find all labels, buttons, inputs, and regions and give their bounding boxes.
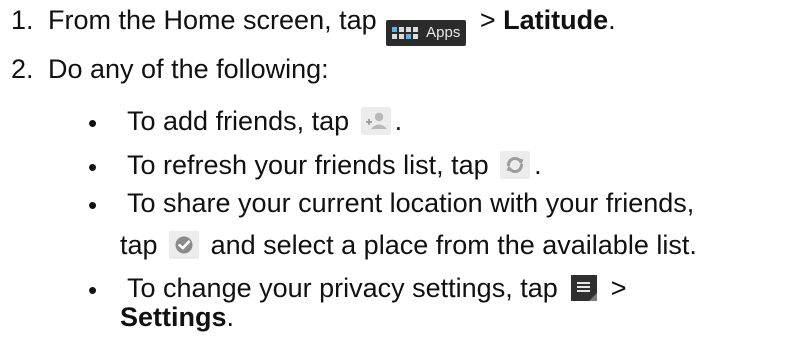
period: .: [394, 106, 403, 136]
separator: >: [610, 273, 627, 303]
bullet-text: To share your current location with your…: [127, 188, 695, 218]
apps-label: Apps: [426, 24, 461, 41]
bullet-refresh: To refresh your friends list, tap .: [127, 148, 542, 182]
apps-button-icon: Apps: [386, 20, 467, 46]
target-settings: Settings: [120, 302, 227, 332]
step-number: 1.: [11, 5, 34, 35]
bullet-text: To refresh your friends list, tap: [127, 150, 489, 180]
step-1: 1. From the Home screen, tap Apps > Latit…: [11, 3, 616, 46]
bullet-text: To add friends, tap: [127, 106, 350, 136]
bullet-text: tap: [120, 230, 158, 260]
bullet-dot: •: [88, 275, 98, 305]
bullet-text: To change your privacy settings, tap: [127, 273, 558, 303]
bullet-privacy-settings-line-2: Settings.: [120, 300, 234, 334]
bullet-dot: •: [88, 108, 98, 138]
step-2: 2. Do any of the following:: [11, 52, 329, 86]
check-in-icon: [169, 231, 200, 259]
bullet-add-friends: To add friends, tap .: [127, 104, 402, 138]
bullet-dot: •: [88, 190, 98, 220]
period: .: [608, 5, 616, 35]
step-text: Do any of the following:: [48, 54, 329, 84]
separator: >: [479, 5, 496, 35]
menu-icon: [571, 275, 598, 301]
bullet-dot: •: [88, 152, 98, 182]
apps-grid-icon: [392, 27, 419, 39]
bullet-share-location-line-1: To share your current location with your…: [127, 186, 694, 220]
instruction-page: 1. From the Home screen, tap Apps > Latit…: [0, 0, 800, 340]
bullet-share-location-line-2: tap and select a place from the availabl…: [120, 228, 697, 262]
step-text: From the Home screen, tap: [48, 5, 377, 35]
add-friend-icon: [360, 107, 391, 135]
refresh-icon: [500, 151, 531, 179]
bullet-text: and select a place from the available li…: [210, 230, 697, 260]
period: .: [534, 150, 542, 180]
target-latitude: Latitude: [503, 5, 609, 35]
period: .: [226, 302, 235, 332]
step-number: 2.: [11, 54, 34, 84]
